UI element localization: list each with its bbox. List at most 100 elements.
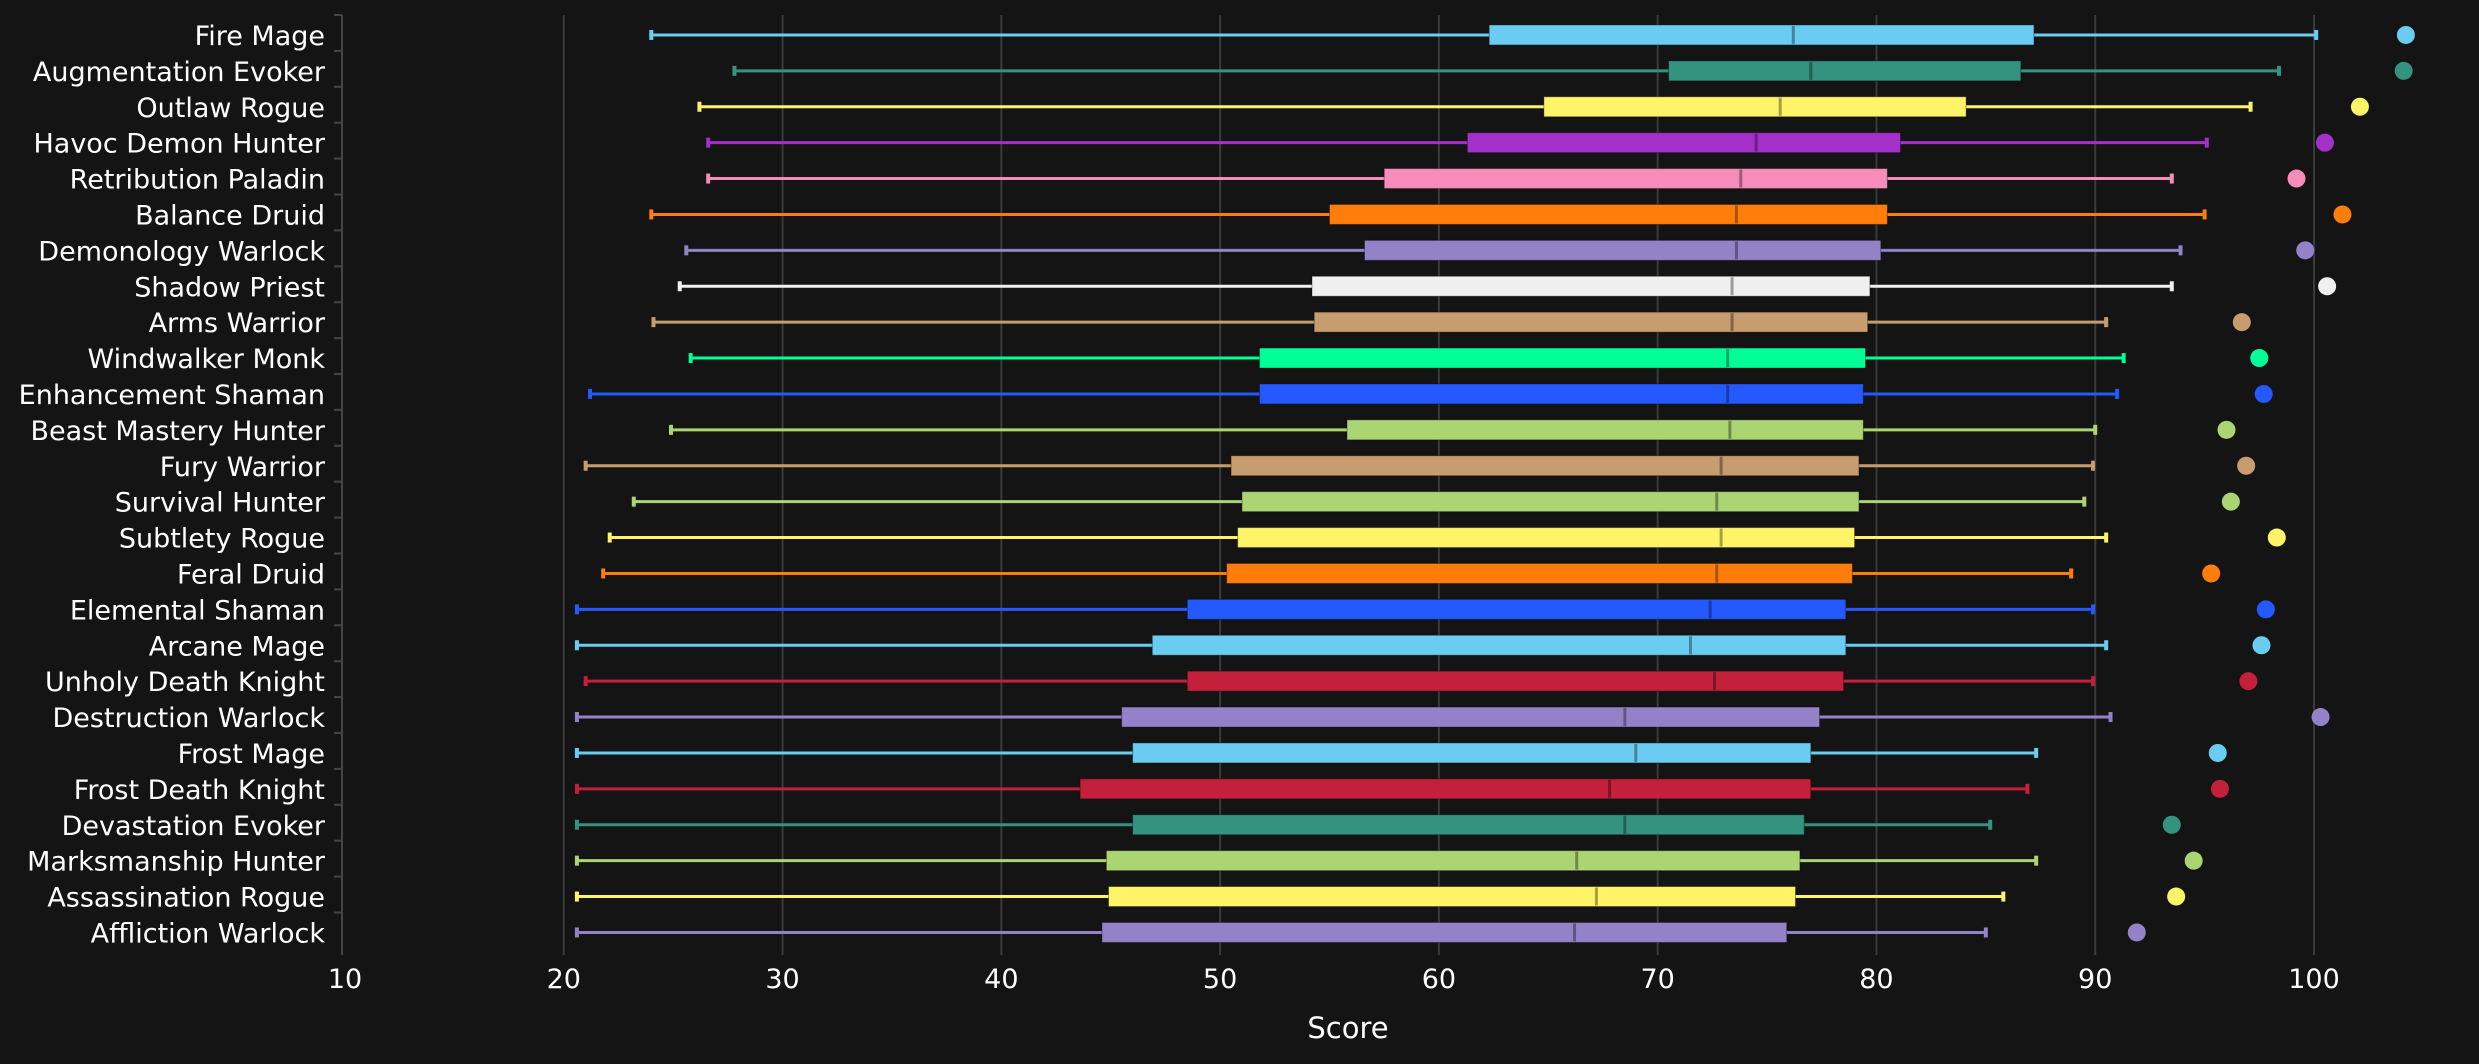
x-tick-label: 70 bbox=[1640, 964, 1674, 995]
x-axis-label: Score bbox=[1307, 1011, 1388, 1045]
x-tick-label: 90 bbox=[2078, 964, 2112, 995]
x-tick-label: 50 bbox=[1203, 964, 1237, 995]
iqr-box bbox=[1383, 168, 1888, 190]
box-marksmanship-hunter bbox=[574, 850, 2203, 872]
max-score-dot bbox=[2254, 384, 2273, 403]
max-score-dot bbox=[2167, 887, 2186, 906]
y-tick-label: Outlaw Rogue bbox=[136, 93, 325, 124]
y-tick-label: Demonology Warlock bbox=[38, 236, 325, 267]
box-windwalker-monk bbox=[688, 347, 2269, 369]
grid-lines bbox=[562, 15, 2315, 955]
iqr-box bbox=[1151, 634, 1847, 656]
max-score-dot bbox=[2232, 313, 2251, 332]
max-score-dot bbox=[2162, 815, 2181, 834]
y-axis: Fire Mage Augmentation Evoker Outlaw Rogue… bbox=[19, 14, 343, 955]
max-score-dot bbox=[2217, 420, 2236, 439]
y-tick-label: Assassination Rogue bbox=[47, 883, 325, 914]
y-tick-label: Arcane Mage bbox=[149, 631, 325, 662]
max-score-dot bbox=[2237, 456, 2256, 475]
y-tick-label: Windwalker Monk bbox=[87, 344, 325, 375]
x-tick-label: 60 bbox=[1422, 964, 1456, 995]
x-axis: 10 20 30 40 50 60 70 80 90 100 bbox=[328, 964, 2340, 995]
box-fury-warrior bbox=[583, 455, 2256, 477]
iqr-box bbox=[1108, 886, 1796, 908]
box-affliction-warlock bbox=[574, 921, 2146, 943]
box-arcane-mage bbox=[574, 634, 2271, 656]
x-tick-label: 10 bbox=[328, 964, 362, 995]
y-tick-label: Arms Warrior bbox=[149, 308, 326, 339]
box-elemental-shaman bbox=[574, 598, 2275, 620]
y-tick-label: Destruction Warlock bbox=[52, 703, 325, 734]
y-tick-label: Survival Hunter bbox=[115, 488, 326, 519]
max-score-dot bbox=[2250, 349, 2269, 368]
y-tick-label: Fire Mage bbox=[195, 21, 325, 52]
max-score-dot bbox=[2333, 205, 2352, 224]
box-survival-hunter bbox=[631, 491, 2240, 513]
box-feral-druid bbox=[601, 562, 2221, 584]
max-score-dot bbox=[2208, 743, 2227, 762]
box-subtlety-rogue bbox=[607, 527, 2286, 549]
box-havoc-demon-hunter bbox=[706, 132, 2334, 154]
box-demonology-warlock bbox=[684, 239, 2315, 261]
max-score-dot bbox=[2184, 851, 2203, 870]
box-plot-chart: Fire Mage Augmentation Evoker Outlaw Rogue… bbox=[19, 14, 2415, 1045]
iqr-box bbox=[1258, 347, 1867, 369]
max-score-dot bbox=[2252, 636, 2271, 655]
box-beast-mastery-hunter bbox=[668, 419, 2236, 441]
y-tick-label: Havoc Demon Hunter bbox=[33, 129, 325, 160]
iqr-box bbox=[1132, 742, 1812, 764]
box-assassination-rogue bbox=[574, 886, 2186, 908]
box-frost-death-knight bbox=[574, 778, 2229, 800]
y-tick-label: Subtlety Rogue bbox=[119, 524, 325, 555]
max-score-dot bbox=[2267, 528, 2286, 547]
y-tick-label: Enhancement Shaman bbox=[19, 380, 325, 411]
y-tick-label: Devastation Evoker bbox=[62, 811, 326, 842]
box-fire-mage bbox=[649, 24, 2415, 46]
box-arms-warrior bbox=[651, 311, 2251, 333]
iqr-box bbox=[1132, 814, 1805, 836]
y-tick-label: Affliction Warlock bbox=[91, 918, 326, 949]
y-tick-label: Retribution Paladin bbox=[70, 165, 325, 196]
box-series bbox=[574, 24, 2415, 943]
y-tick-label: Feral Druid bbox=[177, 559, 325, 590]
max-score-dot bbox=[2315, 133, 2334, 152]
iqr-box bbox=[1488, 24, 2035, 46]
max-score-dot bbox=[2287, 169, 2306, 188]
iqr-box bbox=[1329, 203, 1888, 225]
y-tick-label: Elemental Shaman bbox=[70, 595, 325, 626]
y-tick-label: Frost Death Knight bbox=[74, 775, 325, 806]
y-tick-label: Fury Warrior bbox=[160, 452, 326, 483]
max-score-dot bbox=[2311, 708, 2330, 727]
y-tick-label: Beast Mastery Hunter bbox=[30, 416, 325, 447]
max-score-dot bbox=[2296, 241, 2315, 260]
iqr-box bbox=[1105, 850, 1801, 872]
box-retribution-paladin bbox=[706, 168, 2306, 190]
max-score-dot bbox=[2396, 25, 2415, 44]
x-tick-label: 20 bbox=[547, 964, 581, 995]
box-destruction-warlock bbox=[574, 706, 2330, 728]
x-tick-label: 100 bbox=[2288, 964, 2340, 995]
x-tick-label: 30 bbox=[765, 964, 799, 995]
max-score-dot bbox=[2239, 672, 2258, 691]
iqr-box bbox=[1258, 383, 1864, 405]
max-score-dot bbox=[2221, 492, 2240, 511]
x-tick-label: 80 bbox=[1859, 964, 1893, 995]
iqr-box bbox=[1241, 491, 1860, 513]
y-tick-label: Marksmanship Hunter bbox=[27, 847, 326, 878]
iqr-box bbox=[1364, 239, 1882, 261]
iqr-box bbox=[1230, 455, 1860, 477]
max-score-dot bbox=[2210, 779, 2229, 798]
y-tick-label: Unholy Death Knight bbox=[45, 667, 325, 698]
iqr-box bbox=[1311, 275, 1871, 297]
max-score-dot bbox=[2350, 97, 2369, 116]
max-score-dot bbox=[2394, 61, 2413, 80]
max-score-dot bbox=[2127, 923, 2146, 942]
box-enhancement-shaman bbox=[588, 383, 2273, 405]
iqr-box bbox=[1668, 60, 2022, 82]
iqr-box bbox=[1079, 778, 1812, 800]
y-tick-label: Shadow Priest bbox=[134, 272, 325, 303]
iqr-box bbox=[1226, 562, 1853, 584]
box-frost-mage bbox=[574, 742, 2227, 764]
iqr-box bbox=[1186, 598, 1847, 620]
box-devastation-evoker bbox=[574, 814, 2181, 836]
